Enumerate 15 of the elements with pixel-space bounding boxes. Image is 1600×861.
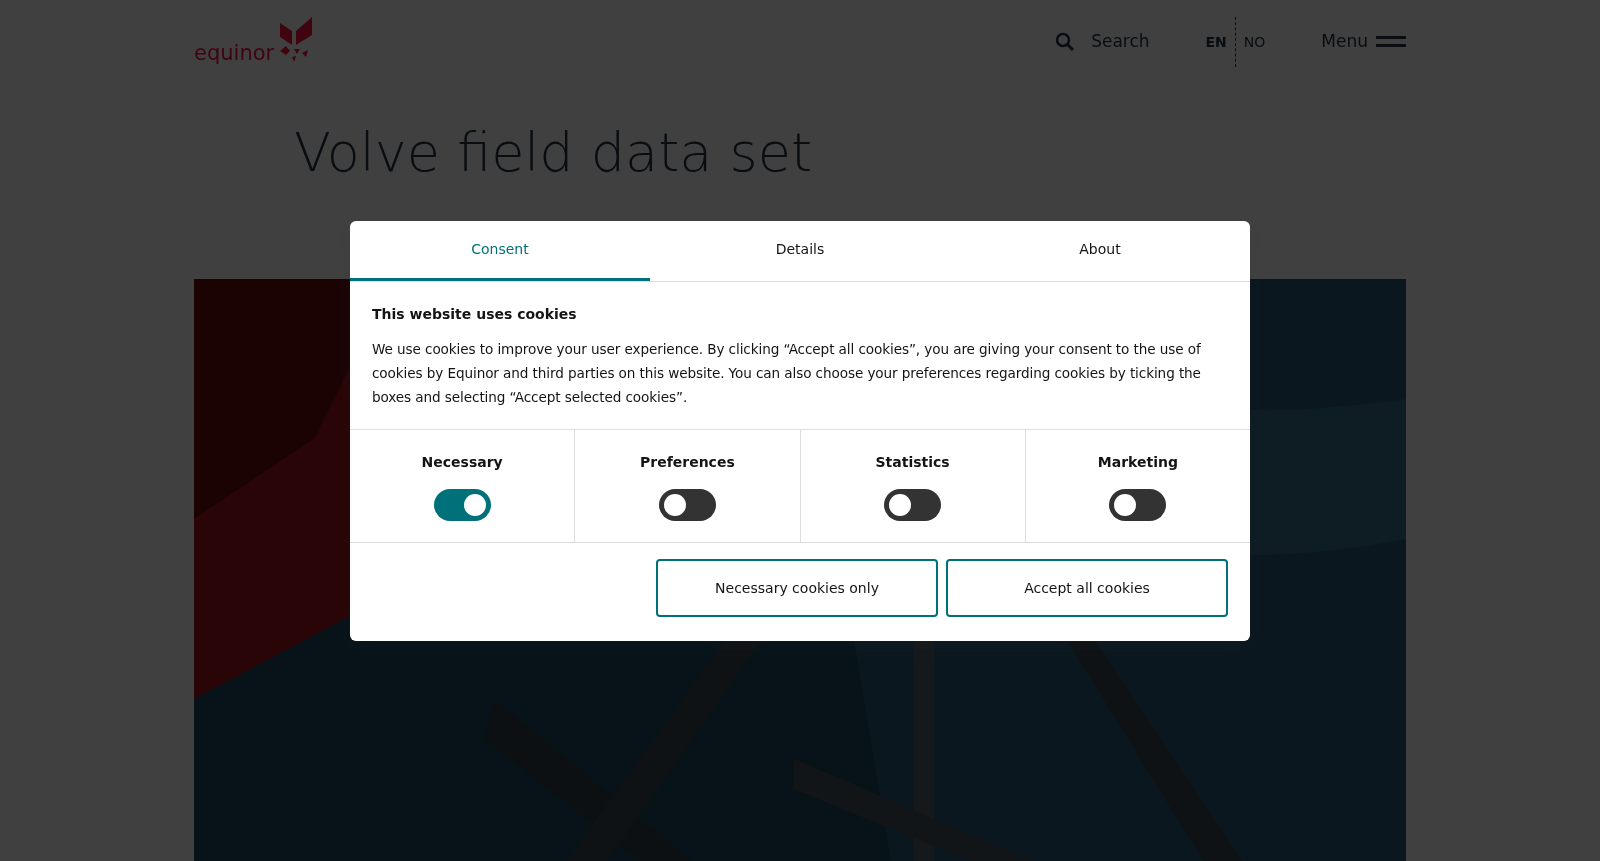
category-label: Marketing (1097, 452, 1178, 472)
accept-all-button[interactable]: Accept all cookies (946, 559, 1228, 617)
dialog-heading: This website uses cookies (372, 305, 578, 324)
dialog-text: We use cookies to improve your user experience. By clicking “Accept all cookies”, you are giving your consent to the use of cookies by Equinor and third parties on this website. You can also choose your preferences regarding cookies by ticking the boxes and selecting “Accept selected cookies”. (372, 340, 1202, 407)
dialog-tab[interactable]: About (950, 221, 1250, 281)
category-label: Preferences (640, 452, 735, 472)
dialog-tab[interactable]: Consent (350, 221, 650, 281)
category-label: Necessary (421, 452, 503, 472)
toggle-switch[interactable] (433, 488, 491, 521)
toggle-switch[interactable] (658, 488, 716, 521)
necessary-only-button[interactable]: Necessary cookies only (656, 559, 938, 617)
toggle-switch[interactable] (1109, 488, 1167, 521)
dialog-tab[interactable]: Details (650, 221, 950, 281)
category-label: Statistics (875, 452, 950, 472)
toggle-switch[interactable] (884, 488, 942, 521)
